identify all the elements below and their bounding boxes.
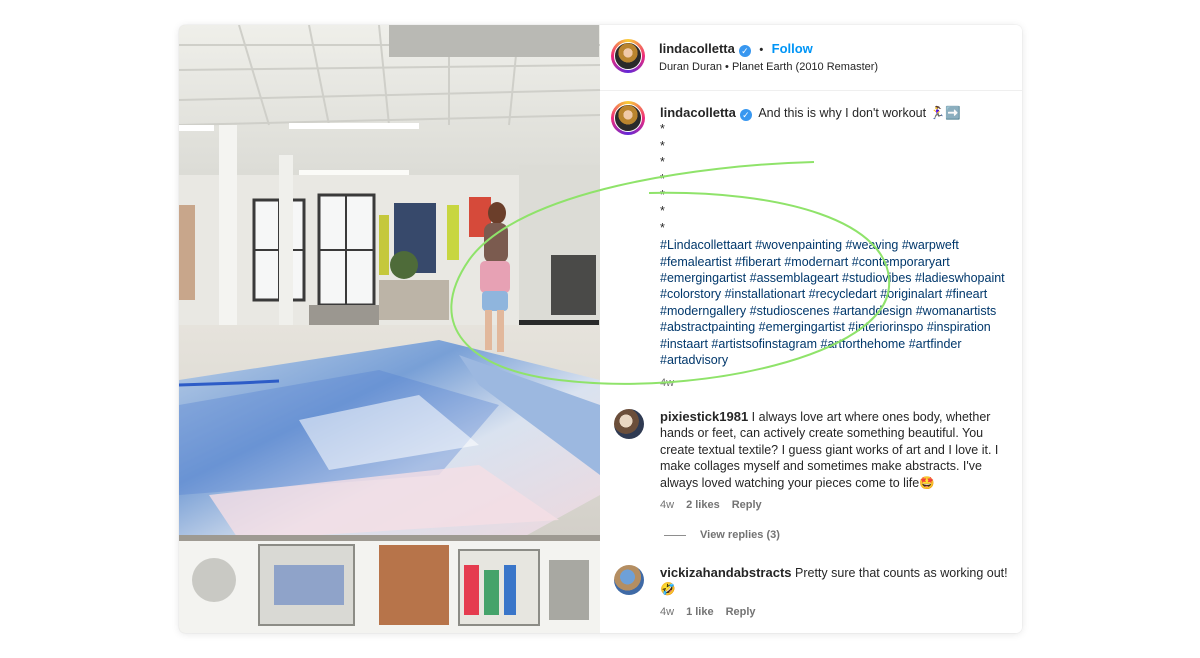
view-replies-line [664, 534, 686, 536]
header-divider [600, 90, 1022, 91]
verified-badge-icon: ✓ [738, 45, 751, 57]
post-card: lindacolletta ✓ • Follow Duran Duran • Pl… [179, 25, 1022, 633]
caption-avatar[interactable] [611, 101, 645, 135]
comment-meta: 4w 1 like Reply [660, 606, 1010, 618]
caption-dot-7: * [660, 220, 665, 235]
comment-likes[interactable]: 2 likes [686, 499, 720, 511]
comment-meta: 4w 2 likes Reply [660, 499, 1010, 511]
comment-username[interactable]: vickizahandabstracts [660, 565, 792, 580]
comment: pixiestick1981 I always love art where o… [660, 409, 1010, 541]
comment-time: 4w [660, 605, 675, 618]
caption-dot-3: * [660, 155, 665, 170]
view-replies-label: View replies (3) [700, 529, 780, 542]
caption-text: And this is why I don't workout 🏃‍♀️➡️ [758, 106, 961, 120]
author-avatar[interactable] [611, 39, 645, 73]
post-header: lindacolletta ✓ • Follow Duran Duran • Pl… [659, 40, 1009, 73]
caption-hashtags[interactable]: #Lindacollettaart #wovenpainting #weavin… [660, 237, 1012, 368]
post-caption: lindacolletta ✓ And this is why I don't w… [660, 105, 1010, 391]
caption-time: 4w [660, 376, 675, 389]
verified-badge-icon: ✓ [739, 109, 752, 121]
header-separator: • [759, 44, 764, 56]
caption-dot-6: * [660, 204, 665, 219]
comment: vickizahandabstracts Pretty sure that co… [660, 565, 1010, 618]
commenter-avatar[interactable] [614, 409, 644, 439]
header-username[interactable]: lindacolletta [659, 41, 735, 56]
audio-track[interactable]: Duran Duran • Planet Earth (2010 Remaste… [659, 61, 1009, 73]
caption-dot-2: * [660, 138, 665, 153]
post-side-panel: lindacolletta ✓ • Follow Duran Duran • Pl… [600, 25, 1022, 633]
studio-scene-image [179, 25, 600, 633]
comment-time: 4w [660, 499, 675, 512]
comment-likes[interactable]: 1 like [686, 606, 714, 618]
post-video[interactable] [179, 25, 600, 633]
caption-dot-1: * [660, 122, 665, 137]
commenter-avatar[interactable] [614, 565, 644, 595]
comment-username[interactable]: pixiestick1981 [660, 409, 748, 424]
follow-button[interactable]: Follow [772, 41, 813, 56]
caption-dot-4: * [660, 171, 665, 186]
reply-button[interactable]: Reply [726, 606, 756, 618]
caption-username[interactable]: lindacolletta [660, 105, 736, 120]
reply-button[interactable]: Reply [732, 499, 762, 511]
view-replies-button[interactable]: View replies (3) [664, 529, 1010, 541]
caption-dot-5: * [660, 188, 665, 203]
